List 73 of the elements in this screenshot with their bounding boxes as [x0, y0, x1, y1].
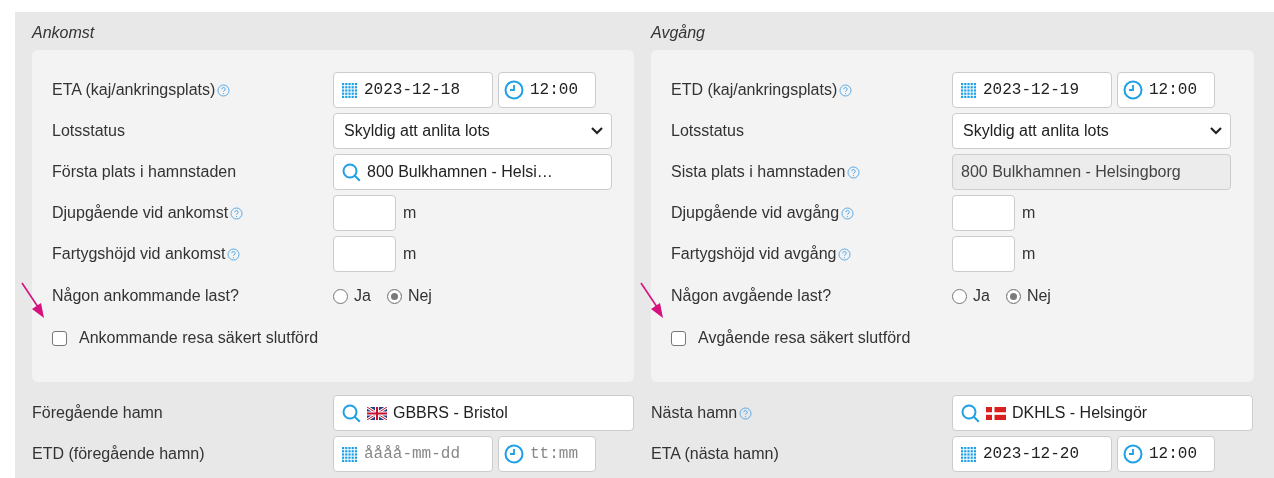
help-icon[interactable]: [841, 206, 855, 220]
calendar-icon: [342, 82, 358, 98]
clock-icon: [504, 80, 524, 100]
field-label: Fartygshöjd vid ankomst: [52, 245, 226, 263]
help-icon[interactable]: [739, 406, 753, 420]
clock-icon: [1123, 444, 1143, 464]
field-label: Djupgående vid ankomst: [52, 204, 229, 222]
field-label: Någon ankommande last?: [52, 287, 239, 305]
section-title: Avgång: [651, 24, 706, 43]
field-label: ETD (föregående hamn): [32, 445, 205, 463]
time-field[interactable]: 12:00: [1117, 72, 1215, 108]
checkbox-label: Ankommande resa säkert slutförd: [79, 329, 319, 347]
clock-icon: [1123, 80, 1143, 100]
date-field[interactable]: 2023-12-19: [952, 72, 1112, 108]
field-label: ETD (kaj/ankringsplats): [671, 81, 838, 99]
date-field[interactable]: åååå-mm-dd: [333, 436, 493, 472]
number-field[interactable]: [952, 195, 1015, 231]
radio-button[interactable]: [333, 288, 348, 304]
radio-button[interactable]: [952, 288, 967, 304]
number-field[interactable]: [333, 236, 396, 272]
search-field[interactable]: GBBRS - Bristol: [333, 395, 634, 431]
radio-label: Ja: [973, 287, 990, 305]
search-field[interactable]: DKHLS - Helsingör: [952, 395, 1253, 431]
number-field[interactable]: [952, 236, 1015, 272]
field-label: Nästa hamn: [651, 404, 738, 422]
field-label: Föregående hamn: [32, 404, 163, 422]
field-label: ETA (kaj/ankringsplats): [52, 81, 216, 99]
field-label: Lotsstatus: [52, 122, 125, 140]
help-icon[interactable]: [227, 247, 241, 261]
calendar-icon: [961, 82, 977, 98]
calendar-icon: [342, 446, 358, 462]
section-title: Ankomst: [32, 24, 96, 43]
help-icon[interactable]: [217, 83, 231, 97]
help-icon[interactable]: [838, 247, 852, 261]
number-field[interactable]: [333, 195, 396, 231]
unit-label: m: [403, 204, 417, 222]
time-field[interactable]: 12:00: [1117, 436, 1215, 472]
search-icon: [342, 403, 361, 423]
radio-label: Ja: [354, 287, 371, 305]
unit-label: m: [1022, 245, 1036, 263]
calendar-icon: [961, 446, 977, 462]
checkbox-label: Avgående resa säkert slutförd: [698, 329, 911, 347]
time-field[interactable]: tt:mm: [498, 436, 596, 472]
help-icon[interactable]: [839, 83, 853, 97]
search-icon: [961, 403, 980, 423]
help-icon[interactable]: [847, 165, 861, 179]
field-label: Lotsstatus: [671, 122, 744, 140]
field-label: Djupgående vid avgång: [671, 204, 840, 222]
select-field[interactable]: Skyldig att anlita lots: [333, 113, 612, 149]
field-label: Fartygshöjd vid avgång: [671, 245, 837, 263]
select-field[interactable]: Skyldig att anlita lots: [952, 113, 1231, 149]
radio-label: Nej: [1026, 287, 1051, 305]
chevron-down-icon: [1210, 127, 1222, 135]
checkbox[interactable]: [671, 330, 686, 346]
radio-label: Nej: [407, 287, 432, 305]
chevron-down-icon: [591, 127, 603, 135]
unit-label: m: [1022, 204, 1036, 222]
radio-button[interactable]: [386, 288, 402, 304]
search-icon: [342, 162, 361, 182]
checkbox[interactable]: [52, 330, 67, 346]
clock-icon: [504, 444, 524, 464]
field-label: Någon avgående last?: [671, 287, 832, 305]
search-field[interactable]: 800 Bulkhamnen - Helsi…: [333, 154, 612, 190]
date-field[interactable]: 2023-12-18: [333, 72, 493, 108]
readonly-field: 800 Bulkhamnen - Helsingborg: [952, 154, 1231, 190]
date-field[interactable]: 2023-12-20: [952, 436, 1112, 472]
time-field[interactable]: 12:00: [498, 72, 596, 108]
radio-button[interactable]: [1005, 288, 1021, 304]
help-icon[interactable]: [230, 206, 244, 220]
field-label: Första plats i hamnstaden: [52, 163, 237, 181]
field-label: Sista plats i hamnstaden: [671, 163, 846, 181]
unit-label: m: [403, 245, 417, 263]
field-label: ETA (nästa hamn): [651, 445, 779, 463]
